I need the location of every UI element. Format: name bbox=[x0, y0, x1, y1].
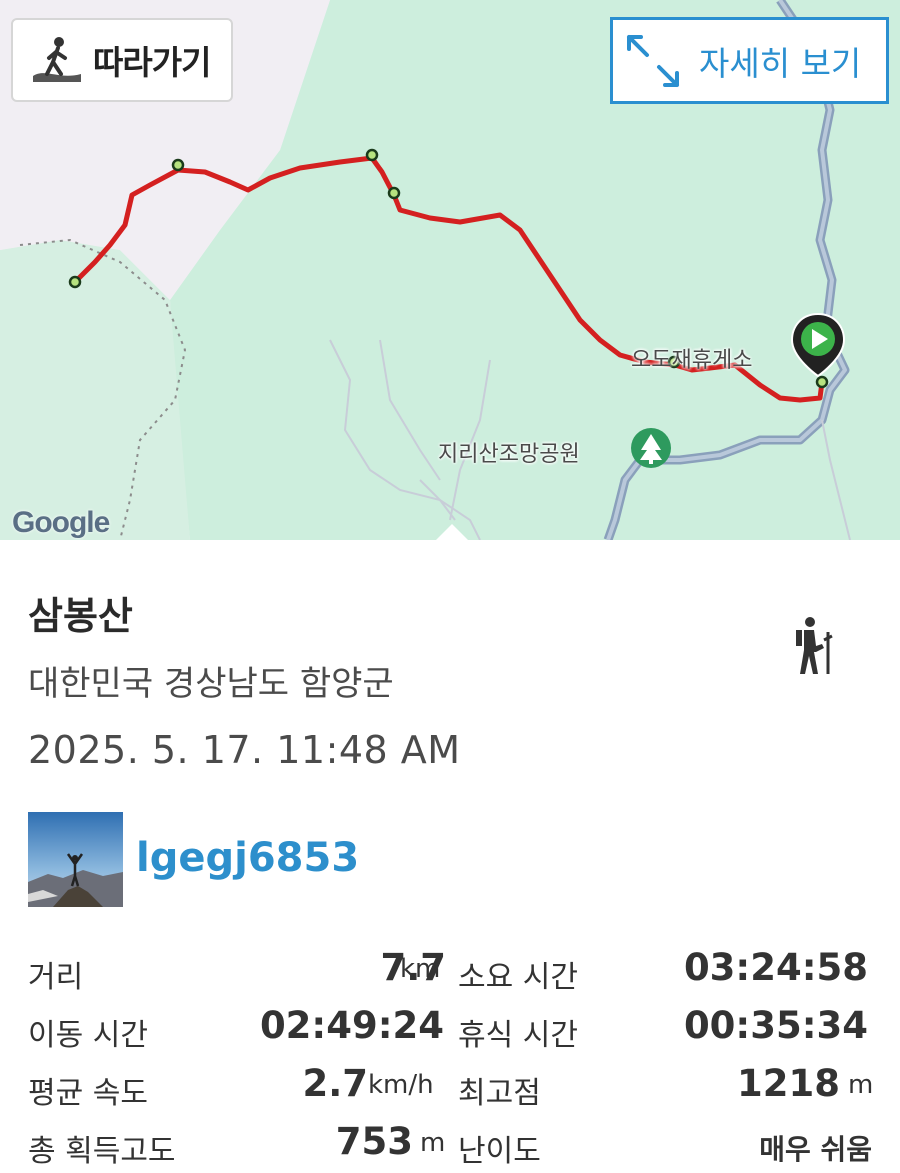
avg-speed-value: 2.7 bbox=[302, 1062, 368, 1105]
distance-unit: km bbox=[400, 954, 441, 984]
stats-row-3: 평균 속도 2.7 km/h 최고점 1218 m bbox=[0, 1062, 900, 1112]
trail-datetime: 2025. 5. 17. 11:48 AM bbox=[28, 728, 461, 772]
moving-time-label: 이동 시간 bbox=[28, 1018, 148, 1053]
view-details-button[interactable]: 자세히 보기 bbox=[610, 17, 889, 104]
total-time-value: 03:24:58 bbox=[683, 946, 868, 989]
avg-speed-unit: km/h bbox=[368, 1070, 434, 1100]
moving-time-value: 02:49:24 bbox=[259, 1004, 444, 1047]
hiking-icon bbox=[788, 616, 836, 680]
stats-row-4: 총 획득고도 753 m 난이도 매우 쉬움 bbox=[0, 1120, 900, 1170]
elev-gain-label: 총 획득고도 bbox=[28, 1134, 176, 1169]
route-map[interactable]: 오도재휴게소 지리산조망공원 Google 따라가기 자세히 보기 bbox=[0, 0, 900, 540]
map-pointer-notch bbox=[436, 524, 468, 540]
expand-icon bbox=[627, 34, 679, 87]
elev-gain-unit: m bbox=[420, 1128, 446, 1158]
difficulty-value: 매우 쉬움 bbox=[759, 1133, 872, 1166]
username-link[interactable]: lgegj6853 bbox=[136, 835, 359, 881]
rest-time-value: 00:35:34 bbox=[683, 1004, 868, 1047]
max-elev-value: 1218 bbox=[737, 1062, 840, 1105]
avg-speed-label: 평균 속도 bbox=[28, 1076, 148, 1111]
rest-time-label: 휴식 시간 bbox=[458, 1018, 578, 1053]
hiker-follow-icon bbox=[33, 37, 81, 82]
follow-label: 따라가기 bbox=[93, 43, 211, 82]
park-tree-icon[interactable] bbox=[631, 428, 671, 468]
distance-label: 거리 bbox=[28, 960, 84, 995]
detail-label: 자세히 보기 bbox=[699, 43, 862, 83]
stats-row-1: 거리 7.7 km 소요 시간 03:24:58 bbox=[0, 946, 900, 996]
difficulty-label: 난이도 bbox=[458, 1134, 541, 1169]
max-elev-label: 최고점 bbox=[458, 1076, 541, 1111]
google-attribution: Google bbox=[12, 506, 110, 539]
poi-park-label[interactable]: 지리산조망공원 bbox=[438, 436, 580, 468]
avatar[interactable] bbox=[28, 812, 123, 907]
trail-region: 대한민국 경상남도 함양군 bbox=[28, 664, 394, 704]
max-elev-unit: m bbox=[848, 1070, 874, 1100]
follow-button[interactable]: 따라가기 bbox=[11, 18, 233, 102]
total-time-label: 소요 시간 bbox=[458, 960, 578, 995]
elev-gain-value: 753 bbox=[335, 1120, 413, 1163]
stats-row-2: 이동 시간 02:49:24 휴식 시간 00:35:34 bbox=[0, 1004, 900, 1054]
poi-rest-area-label[interactable]: 오도재휴게소 bbox=[631, 342, 752, 374]
trail-title: 삼봉산 bbox=[28, 594, 133, 638]
